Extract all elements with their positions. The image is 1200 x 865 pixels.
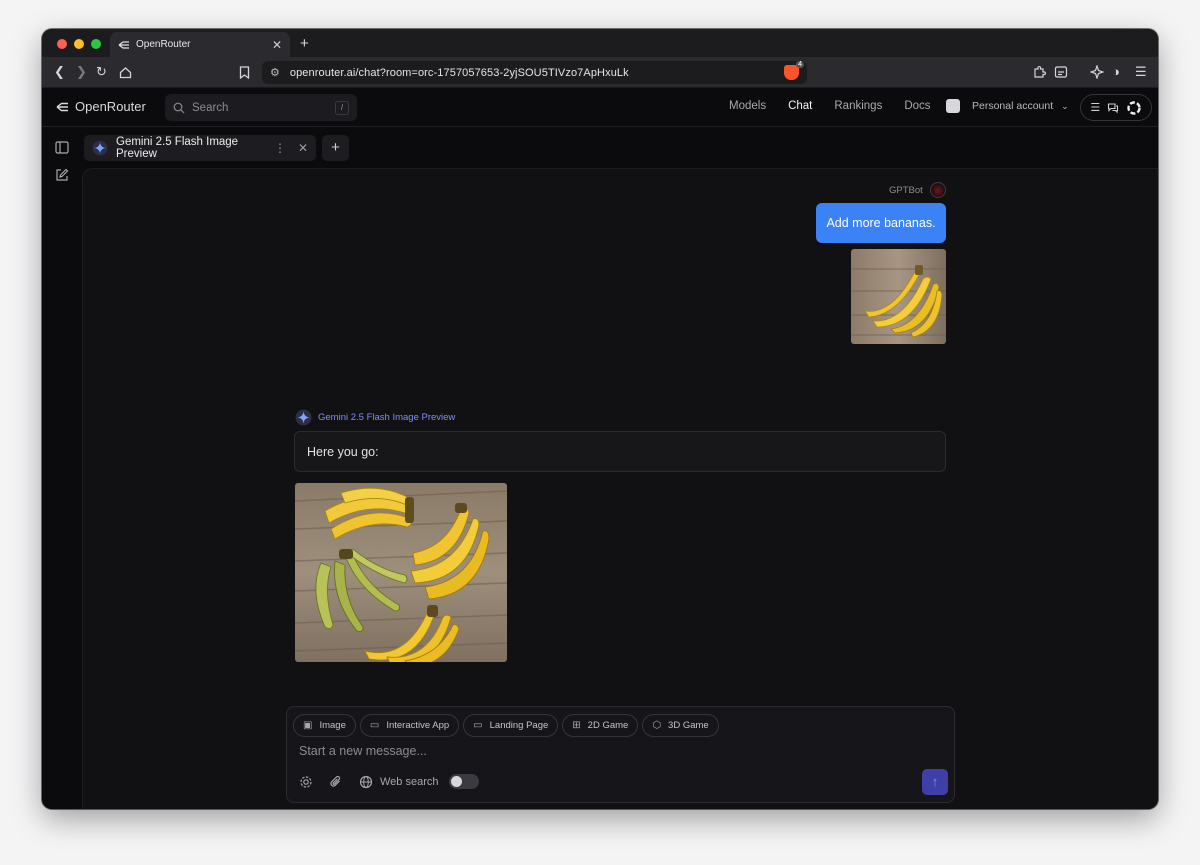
home-icon[interactable] [119, 66, 132, 79]
chip-label: Landing Page [489, 720, 549, 731]
close-tab-icon[interactable]: ✕ [272, 38, 282, 52]
gemini-spark-icon [92, 140, 108, 156]
new-chat-edit-icon[interactable] [55, 168, 69, 182]
model-tab-title: Gemini 2.5 Flash Image Preview [116, 136, 239, 160]
generated-image[interactable] [295, 483, 507, 662]
chat-bubbles-icon[interactable] [1107, 102, 1119, 114]
reload-icon[interactable]: ↻ [96, 65, 107, 79]
chip-label: 3D Game [668, 720, 709, 731]
window-controls [57, 39, 101, 49]
back-icon[interactable]: ❮ [54, 65, 65, 79]
template-chips: ▣ Image ▭ Interactive App ▭ Landing Page… [293, 714, 719, 737]
minimize-window-button[interactable] [74, 39, 84, 49]
close-model-tab-icon[interactable]: ✕ [298, 141, 308, 155]
hamburger-menu-icon[interactable]: ☰ [1090, 101, 1100, 114]
chip-label: 2D Game [587, 720, 629, 731]
search-icon [173, 102, 185, 113]
web-search-toggle[interactable] [448, 774, 479, 789]
site-settings-icon[interactable]: ⚙ [270, 66, 280, 79]
message-input[interactable] [299, 744, 899, 758]
bookmark-icon[interactable] [239, 66, 250, 79]
chip-image[interactable]: ▣ Image [293, 714, 356, 737]
app-window-icon: ▭ [369, 720, 380, 731]
sidebar-toggle-icon[interactable] [55, 141, 69, 154]
chip-label: Interactive App [386, 720, 450, 731]
close-window-button[interactable] [57, 39, 67, 49]
paperclip-icon[interactable] [329, 775, 343, 789]
chevron-down-icon: ⌄ [1061, 100, 1069, 111]
bot-message-text: Here you go: [307, 444, 379, 459]
browser-toolbar: ❮ ❯ ↻ ⚙ openrouter.ai/chat?room=orc-1757… [42, 57, 1158, 88]
cube-icon: ⬡ [652, 720, 662, 731]
send-button[interactable]: ↑ [922, 769, 948, 795]
bot-name: Gemini 2.5 Flash Image Preview [318, 412, 456, 423]
forward-icon[interactable]: ❯ [76, 65, 87, 79]
nav-chat[interactable]: Chat [788, 100, 812, 112]
chip-landing-page[interactable]: ▭ Landing Page [463, 714, 559, 737]
user-message: Add more bananas. [816, 203, 946, 243]
account-name: Personal account [972, 100, 1054, 112]
browser-tab-strip: OpenRouter ✕ + [42, 29, 1158, 57]
address-bar[interactable]: ⚙ openrouter.ai/chat?room=orc-1757057653… [262, 61, 807, 84]
bananas-photo-small [851, 249, 946, 344]
nav-models[interactable]: Models [729, 100, 766, 112]
composer-toolbar: Web search [299, 774, 479, 789]
gemini-spark-icon [295, 409, 312, 426]
app-header: OpenRouter Search / Models Chat Rankings… [42, 88, 1158, 127]
user-name: GPTBot [889, 184, 923, 196]
chat-tab-bar: Gemini 2.5 Flash Image Preview ⋮ ✕ + [82, 127, 1158, 168]
browser-tab[interactable]: OpenRouter ✕ [110, 32, 290, 57]
web-search-label[interactable]: Web search [380, 776, 439, 788]
add-model-tab-button[interactable]: + [322, 135, 349, 161]
reader-icon[interactable] [1054, 65, 1068, 79]
image-icon: ▣ [303, 720, 313, 731]
chip-label: Image [319, 720, 346, 731]
url-text: openrouter.ai/chat?room=orc-1757057653-2… [289, 66, 629, 79]
browser-window: OpenRouter ✕ + ❮ ❯ ↻ ⚙ openrouter.ai/cha… [42, 29, 1158, 809]
message-composer: ▣ Image ▭ Interactive App ▭ Landing Page… [286, 706, 955, 803]
nav-rankings[interactable]: Rankings [834, 100, 882, 112]
menu-icon[interactable]: ☰ [1135, 65, 1147, 79]
account-switcher[interactable]: Personal account ⌄ [946, 99, 1069, 113]
vpn-icon[interactable]: ◑ [1112, 65, 1120, 79]
user-avatar [929, 182, 946, 198]
openrouter-logo-icon [56, 102, 68, 111]
openrouter-favicon-icon [118, 40, 129, 49]
extensions-icon[interactable] [1032, 65, 1046, 79]
account-avatar [946, 99, 960, 113]
arrow-up-icon: ↑ [931, 774, 939, 789]
header-actions: ☰ [1080, 94, 1152, 121]
grid-icon: ⊞ [572, 720, 581, 731]
more-options-icon[interactable]: ⋮ [274, 141, 286, 155]
chip-2d-game[interactable]: ⊞ 2D Game [562, 714, 639, 737]
profile-ring-icon[interactable] [1126, 100, 1142, 116]
chip-interactive-app[interactable]: ▭ Interactive App [359, 714, 460, 737]
nav-docs[interactable]: Docs [904, 100, 930, 112]
user-label: GPTBot [889, 182, 946, 198]
model-tab[interactable]: Gemini 2.5 Flash Image Preview ⋮ ✕ [84, 135, 316, 161]
openrouter-logo[interactable]: OpenRouter [56, 99, 146, 114]
search-shortcut-badge: / [335, 100, 349, 115]
settings-gear-icon[interactable] [299, 775, 313, 789]
search-placeholder: Search [192, 101, 229, 114]
bot-label: Gemini 2.5 Flash Image Preview [295, 409, 455, 426]
shield-count-badge: 4 [796, 61, 804, 68]
chat-area: GPTBot Add more bananas. Gemini 2.5 Flas… [82, 168, 1158, 809]
brand-name: OpenRouter [75, 99, 146, 114]
monitor-icon: ▭ [473, 720, 483, 731]
side-rail [42, 127, 82, 809]
zoom-window-button[interactable] [91, 39, 101, 49]
brave-shields-icon[interactable]: 4 [784, 61, 804, 80]
new-tab-button[interactable]: + [300, 35, 309, 52]
chip-3d-game[interactable]: ⬡ 3D Game [642, 714, 719, 737]
user-attached-image[interactable] [851, 249, 946, 344]
bananas-photo-large [295, 483, 507, 662]
leo-ai-icon[interactable] [1090, 65, 1104, 79]
search-box[interactable]: Search / [165, 94, 357, 121]
globe-icon[interactable] [359, 775, 373, 789]
main-nav: Models Chat Rankings Docs [729, 100, 953, 112]
bot-message: Here you go: [294, 431, 946, 472]
browser-tab-title: OpenRouter [136, 39, 191, 50]
